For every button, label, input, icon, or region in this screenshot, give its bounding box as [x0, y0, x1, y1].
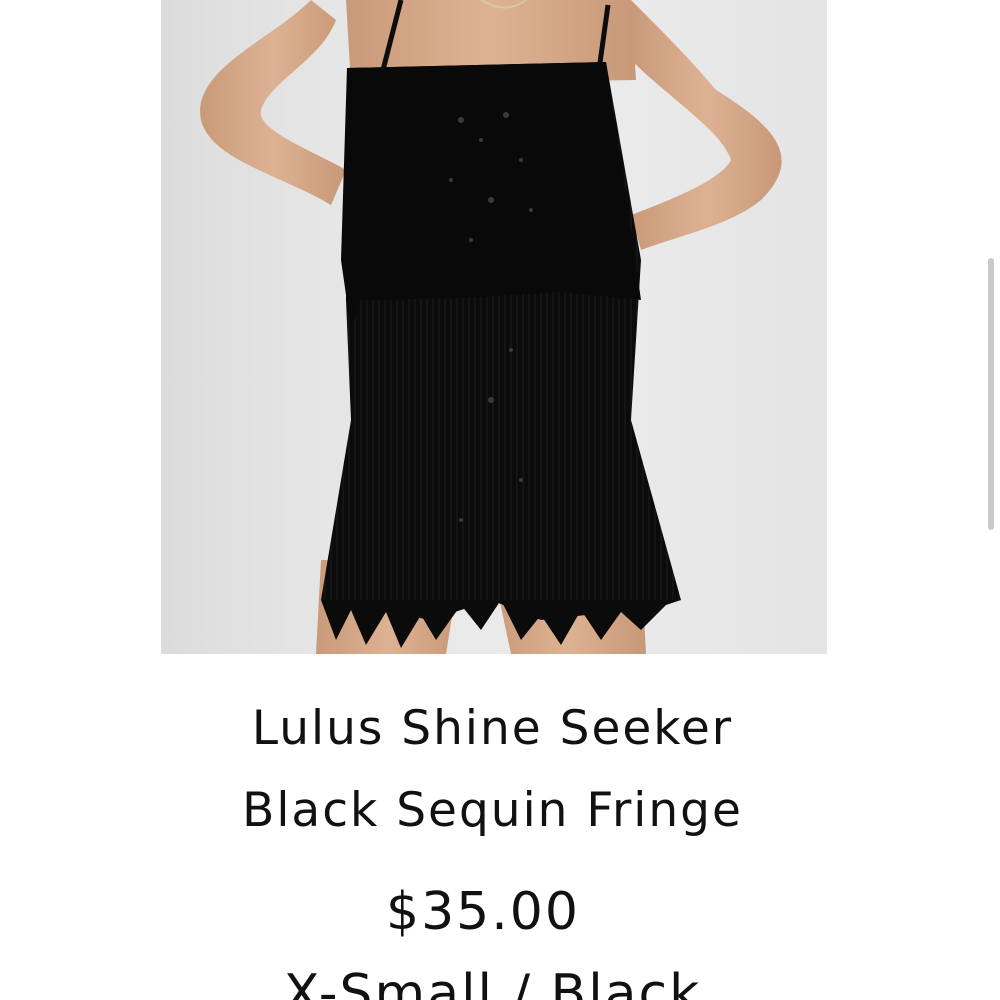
- product-title-line-2: Black Sequin Fringe: [242, 783, 743, 838]
- product-title-line-1: Lulus Shine Seeker: [251, 701, 734, 756]
- product-photo[interactable]: [161, 0, 827, 654]
- product-photo-illustration: [200, 0, 782, 654]
- product-variant: X-Small / Black: [283, 964, 702, 1000]
- product-price: $35.00: [386, 882, 580, 942]
- left-arm: [200, 0, 346, 205]
- right-arm: [631, 0, 782, 250]
- scrollbar[interactable]: [988, 258, 994, 530]
- product-title: Lulus Shine Seeker Black Sequin Fringe: [0, 688, 985, 852]
- product-page: Lulus Shine Seeker Black Sequin Fringe $…: [0, 0, 1000, 1000]
- upper-fringe-tier: [341, 62, 641, 330]
